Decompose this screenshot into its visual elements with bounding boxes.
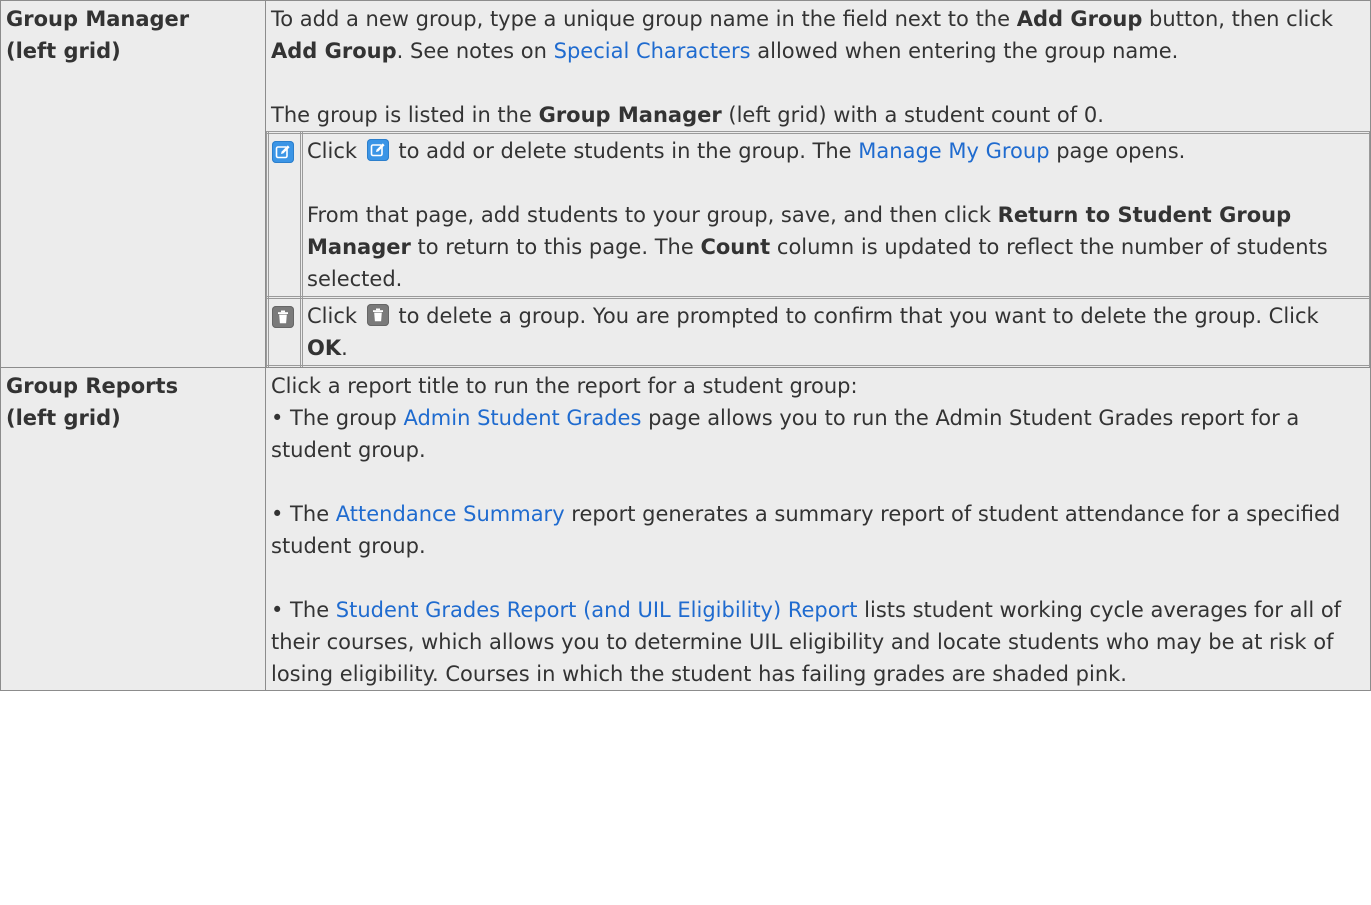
delete-icon-cell [266,296,303,368]
row-content-group-manager: To add a new group, type a unique group … [265,0,1371,368]
text: to delete a group. You are prompted to c… [391,304,1319,328]
return-paragraph: From that page, add students to your gro… [307,199,1365,295]
delete-action-text: Click to delete a group. You are prompte… [300,296,1371,368]
group-listed-paragraph: The group is listed in the Group Manager… [271,99,1366,131]
list-item: • The Student Grades Report (and UIL Eli… [271,594,1366,690]
text: to add or delete students in the group. … [391,139,859,163]
row-group-reports: Group Reports (left grid) Click a report… [0,367,1371,691]
edit-icon-cell [266,131,303,299]
text: • The group [271,406,404,430]
delete-icon[interactable] [272,306,294,328]
edit-paragraph: Click to add or delete students in the g… [307,135,1365,167]
attendance-summary-link[interactable]: Attendance Summary [336,502,565,526]
delete-action-row: Click to delete a group. You are prompte… [266,296,1371,368]
text: From that page, add students to your gro… [307,203,998,227]
bold-text: OK [307,336,342,360]
text: to return to this page. The [410,235,701,259]
bold-text: Count [700,235,771,259]
label-line1: Group Reports [6,374,179,398]
label-line2: (left grid) [6,406,121,430]
edit-icon [366,139,389,161]
add-group-paragraph: To add a new group, type a unique group … [271,3,1366,67]
admin-student-grades-link[interactable]: Admin Student Grades [403,406,641,430]
special-characters-link[interactable]: Special Characters [554,39,751,63]
text: (left grid) with a student count of 0. [721,103,1104,127]
documentation-table: Group Manager (left grid) To add a new g… [0,0,1371,691]
text: Click [307,304,364,328]
icon-actions-table: Click to add or delete students in the g… [266,131,1371,368]
text: button, then click [1142,7,1334,31]
text: • The [271,502,336,526]
edit-action-row: Click to add or delete students in the g… [266,131,1371,299]
list-item: • The Attendance Summary report generate… [271,498,1366,562]
student-grades-report-link[interactable]: Student Grades Report (and UIL Eligibili… [336,598,858,622]
row-content-group-reports: Click a report title to run the report f… [265,367,1371,691]
row-label-group-manager: Group Manager (left grid) [0,0,266,368]
text: Click [307,139,364,163]
bold-text: Add Group [271,39,397,63]
text: The group is listed in the [271,103,539,127]
reports-intro: Click a report title to run the report f… [271,374,858,398]
edit-action-text: Click to add or delete students in the g… [300,131,1371,299]
manage-my-group-link[interactable]: Manage My Group [858,139,1049,163]
text: allowed when entering the group name. [750,39,1179,63]
row-group-manager: Group Manager (left grid) To add a new g… [0,0,1371,368]
bold-text: Group Manager [538,103,722,127]
text: page opens. [1049,139,1186,163]
text: . See notes on [396,39,554,63]
text: . [341,336,348,360]
list-item: • The group Admin Student Grades page al… [271,402,1366,466]
text: • The [271,598,336,622]
edit-icon[interactable] [272,141,294,163]
row-label-group-reports: Group Reports (left grid) [0,367,266,691]
label-line2: (left grid) [6,39,121,63]
delete-icon [366,304,389,326]
label-line1: Group Manager [6,7,190,31]
delete-paragraph: Click to delete a group. You are prompte… [307,300,1365,364]
bold-text: Add Group [1016,7,1143,31]
text: To add a new group, type a unique group … [271,7,1017,31]
